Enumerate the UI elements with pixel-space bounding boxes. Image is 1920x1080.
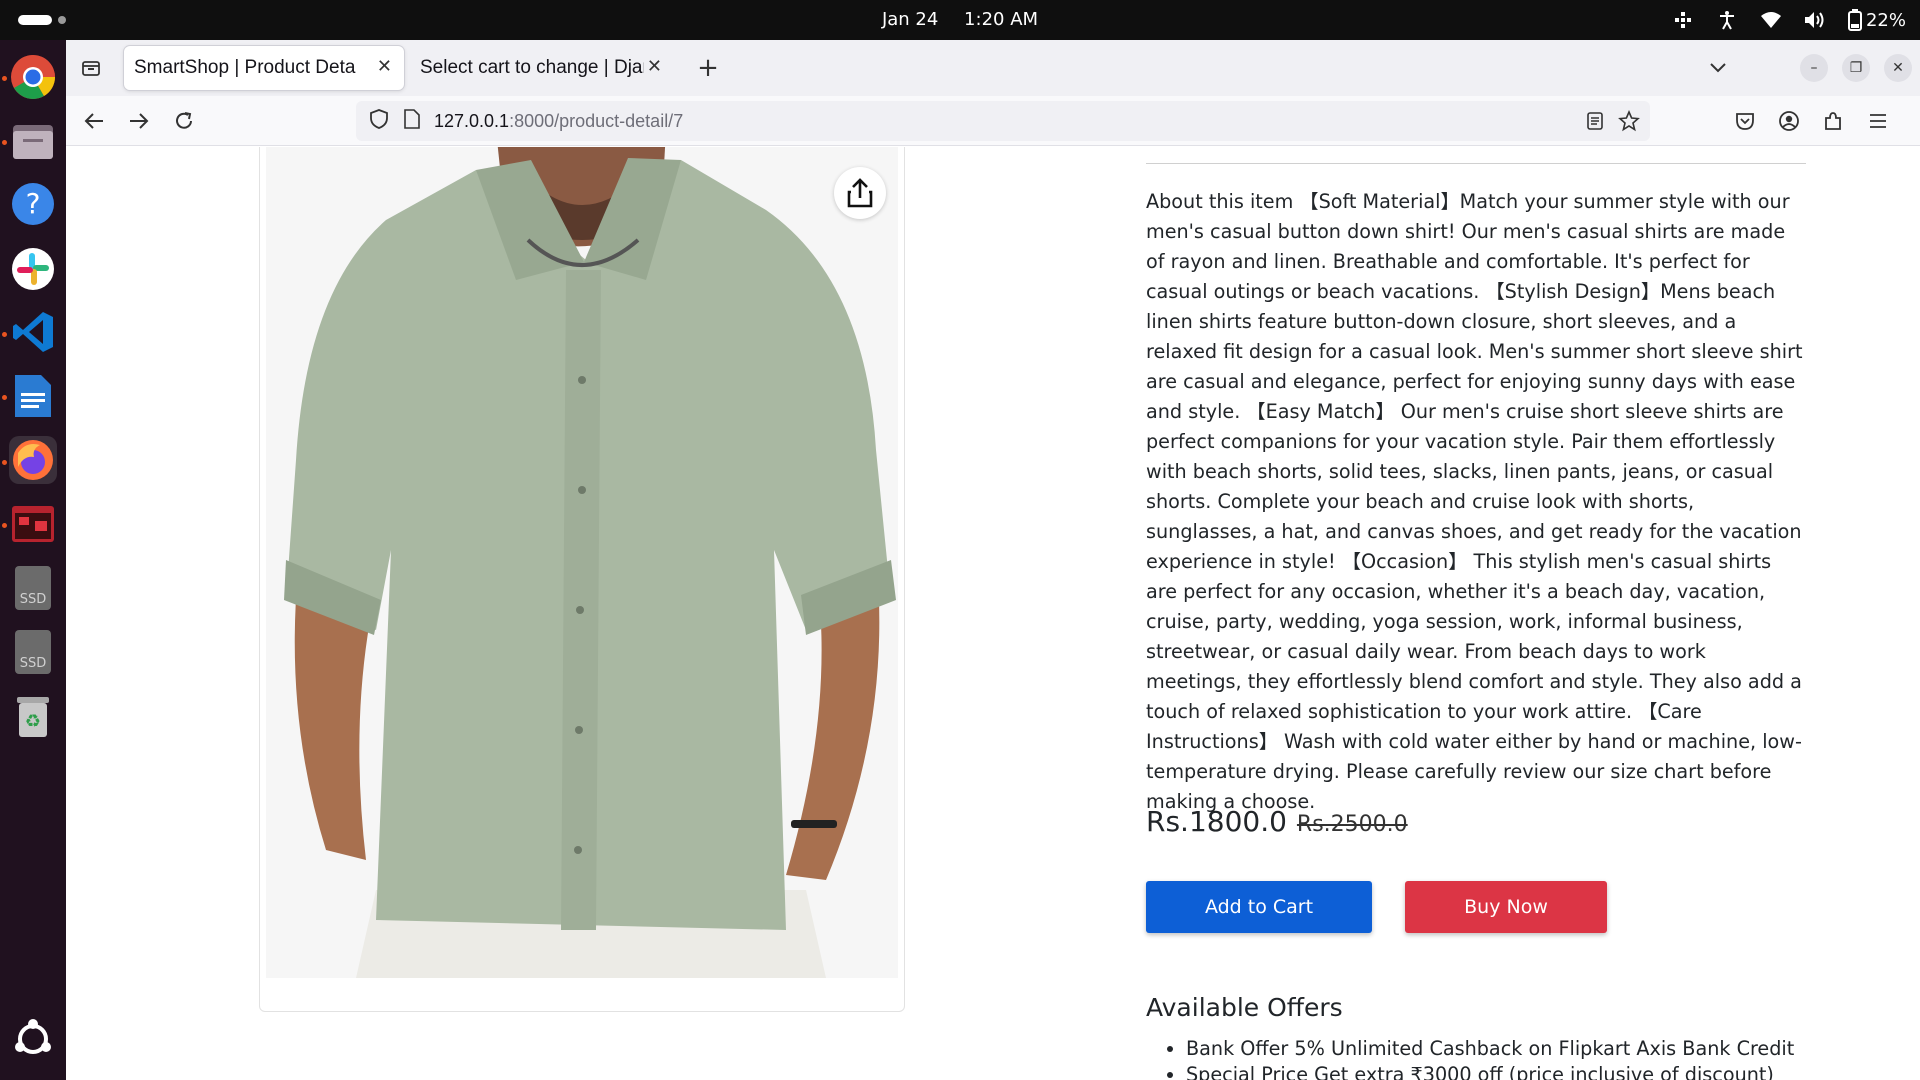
running-indicator [2, 395, 7, 400]
forward-button[interactable] [123, 105, 155, 137]
add-to-cart-button[interactable]: Add to Cart [1146, 881, 1372, 933]
help-icon[interactable]: ? [9, 180, 57, 228]
accessibility-icon[interactable] [1716, 9, 1738, 31]
list-all-tabs-button[interactable] [1702, 52, 1734, 84]
close-icon[interactable]: ✕ [377, 56, 392, 77]
product-image-card [259, 147, 905, 1012]
close-window-button[interactable]: ✕ [1884, 54, 1912, 82]
running-indicator [2, 523, 7, 528]
system-top-bar: Jan 24 1:20 AM 22% [0, 0, 1920, 40]
tab-overview-icon[interactable] [75, 52, 107, 84]
volume-icon[interactable] [1804, 9, 1826, 31]
menu-icon[interactable] [1862, 105, 1894, 137]
network-share-icon[interactable] [1672, 9, 1694, 31]
section-divider [1146, 163, 1806, 164]
svg-text:♻: ♻ [25, 711, 41, 732]
offers-list: Bank Offer 5% Unlimited Cashback on Flip… [1186, 1036, 1794, 1080]
tab-title: Select cart to change | Django [420, 57, 644, 78]
wifi-icon[interactable] [1760, 9, 1782, 31]
ssd-drive-icon[interactable]: SSD [9, 628, 57, 676]
close-icon[interactable]: ✕ [647, 56, 662, 77]
browser-tab-strip: SmartShop | Product Detail ✕ Select cart… [66, 40, 1920, 96]
running-indicator [2, 76, 7, 81]
battery-percent: 22% [1865, 9, 1906, 31]
tracking-shield-icon[interactable] [370, 108, 392, 134]
original-price: Rs.2500.0 [1296, 812, 1408, 837]
bookmark-star-icon[interactable] [1618, 109, 1640, 137]
svg-text:SSD: SSD [20, 592, 47, 607]
system-tray[interactable]: 22% [1672, 6, 1906, 34]
battery-icon [1847, 9, 1862, 31]
account-icon[interactable] [1773, 105, 1805, 137]
firefox-icon[interactable] [9, 436, 57, 484]
share-icon [847, 178, 873, 208]
trash-icon[interactable]: ♻ [9, 692, 57, 740]
product-description: About this item 【Soft Material】Match you… [1146, 190, 1803, 813]
vscode-icon[interactable] [9, 308, 57, 356]
price-row: Rs.1800.0 Rs.2500.0 [1146, 805, 1408, 838]
svg-text:SSD: SSD [20, 656, 47, 671]
date-label: Jan 24 [881, 9, 939, 30]
reader-view-icon[interactable] [1586, 111, 1604, 136]
ssd-drive-icon[interactable]: SSD [9, 564, 57, 612]
new-tab-button[interactable]: + [692, 52, 724, 84]
offers-heading: Available Offers [1146, 993, 1343, 1022]
extensions-icon[interactable] [1817, 105, 1849, 137]
url-host: 127.0.0.1 [434, 110, 510, 131]
restore-button[interactable]: ❐ [1842, 54, 1870, 82]
list-item: Bank Offer 5% Unlimited Cashback on Flip… [1186, 1036, 1794, 1062]
minimize-button[interactable]: – [1800, 54, 1828, 82]
list-item: Special Price Get extra ₹3000 off (price… [1186, 1062, 1794, 1080]
page-content: About this item 【Soft Material】Match you… [66, 147, 1920, 1080]
ubuntu-apps-icon[interactable] [9, 1015, 57, 1063]
share-button[interactable] [834, 167, 886, 219]
buy-now-button[interactable]: Buy Now [1405, 881, 1607, 933]
battery-status[interactable]: 22% [1847, 9, 1906, 31]
slack-icon[interactable] [9, 245, 57, 293]
writer-icon[interactable] [9, 372, 57, 420]
running-indicator [2, 460, 7, 465]
tab-product-detail[interactable]: SmartShop | Product Detail ✕ [124, 46, 404, 90]
product-price: Rs.1800.0 [1146, 805, 1287, 838]
tab-django-cart[interactable]: Select cart to change | Django ✕ [412, 46, 674, 90]
chrome-icon[interactable] [9, 53, 57, 101]
terminal-app-icon[interactable] [9, 500, 57, 548]
time-label: 1:20 AM [964, 9, 1039, 30]
running-indicator [2, 332, 7, 337]
running-indicator [2, 140, 7, 145]
url-bar[interactable]: 127.0.0.1:8000/product-detail/7 [356, 101, 1650, 141]
browser-nav-bar: 127.0.0.1:8000/product-detail/7 [66, 96, 1920, 146]
product-image [266, 147, 898, 978]
page-info-icon[interactable] [404, 108, 426, 134]
tab-title: SmartShop | Product Detail [134, 57, 356, 78]
reload-button[interactable] [168, 105, 200, 137]
url-path: :8000/product-detail/7 [509, 110, 684, 131]
dock: ? SSD SSD ♻ [0, 40, 66, 1080]
clock[interactable]: Jan 24 1:20 AM [0, 9, 1920, 30]
svg-text:?: ? [26, 187, 41, 220]
pocket-icon[interactable] [1729, 105, 1761, 137]
files-icon[interactable] [9, 117, 57, 165]
back-button[interactable] [78, 105, 110, 137]
